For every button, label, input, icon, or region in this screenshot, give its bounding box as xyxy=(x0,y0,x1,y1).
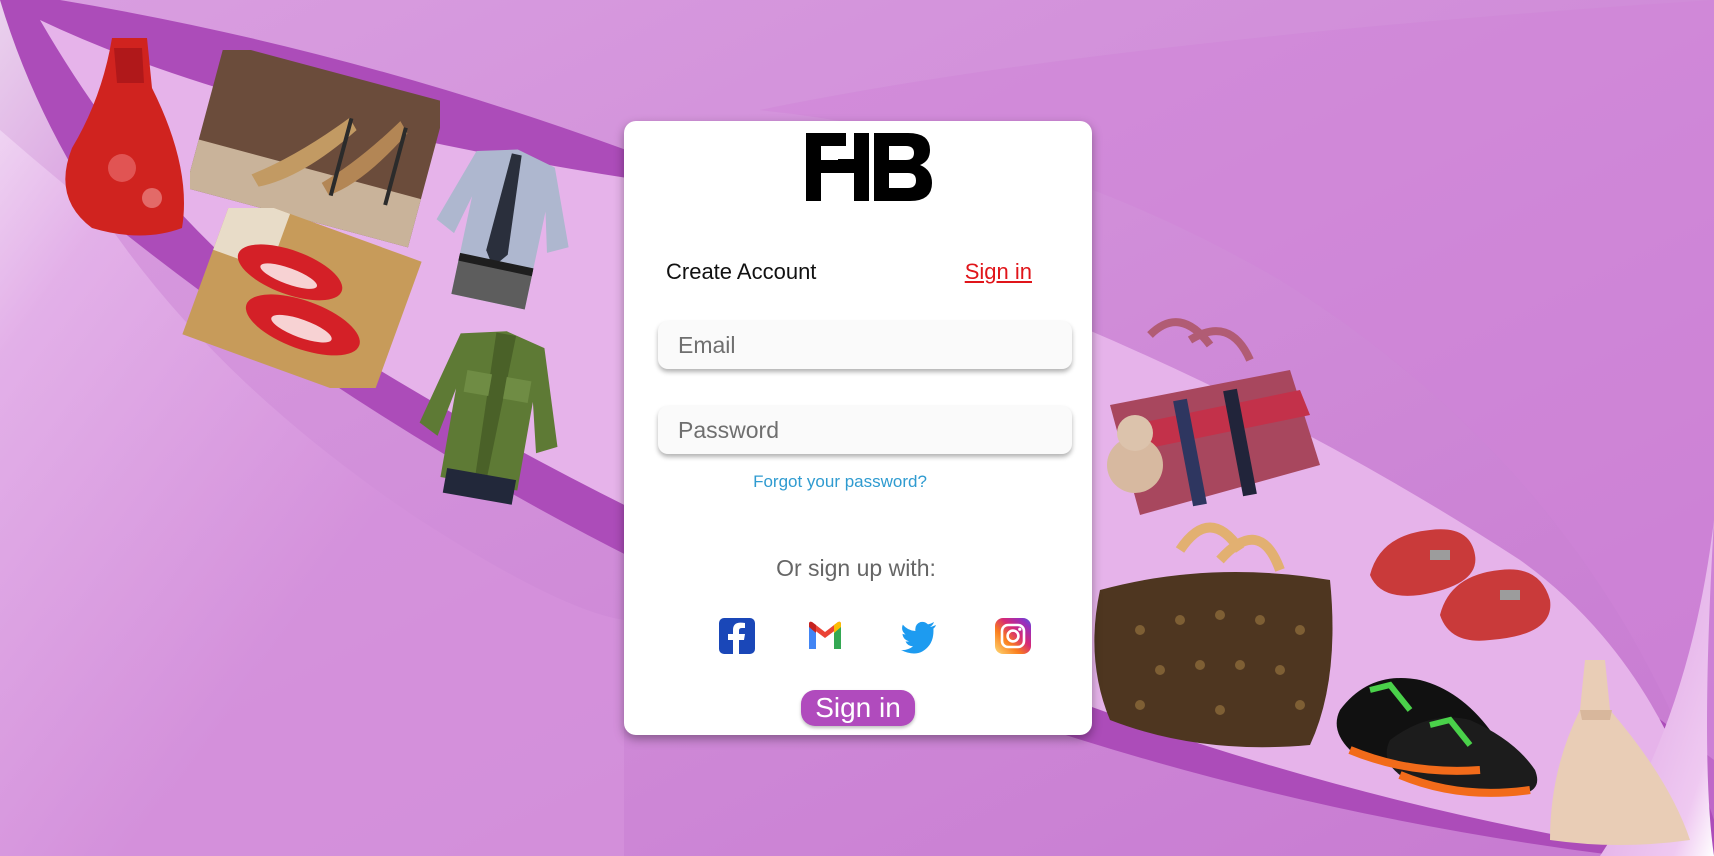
brand-logo xyxy=(806,133,932,201)
forgot-password-link[interactable]: Forgot your password? xyxy=(624,472,1056,492)
facebook-icon[interactable] xyxy=(719,618,755,654)
sneakers-image xyxy=(1336,678,1538,797)
beige-dress-image xyxy=(1550,660,1690,845)
sign-in-button[interactable]: Sign in xyxy=(801,690,915,726)
red-kids-shoes-image xyxy=(1370,529,1551,641)
twitter-icon[interactable] xyxy=(901,618,937,654)
gmail-icon[interactable] xyxy=(807,618,843,654)
tab-create-account[interactable]: Create Account xyxy=(666,259,816,285)
brown-duffel-bag-image xyxy=(1094,522,1333,748)
tab-sign-in[interactable]: Sign in xyxy=(965,259,1032,285)
or-sign-up-label: Or sign up with: xyxy=(776,555,936,581)
red-dress-image xyxy=(65,38,184,236)
password-field[interactable] xyxy=(658,406,1072,454)
red-shoes-photo xyxy=(182,208,422,388)
email-field[interactable] xyxy=(658,321,1072,369)
login-card: Create Account Sign in Forgot your passw… xyxy=(624,121,1092,735)
green-jacket-image xyxy=(419,331,558,505)
shirt-tie-image xyxy=(436,149,569,310)
instagram-icon[interactable] xyxy=(995,618,1031,654)
